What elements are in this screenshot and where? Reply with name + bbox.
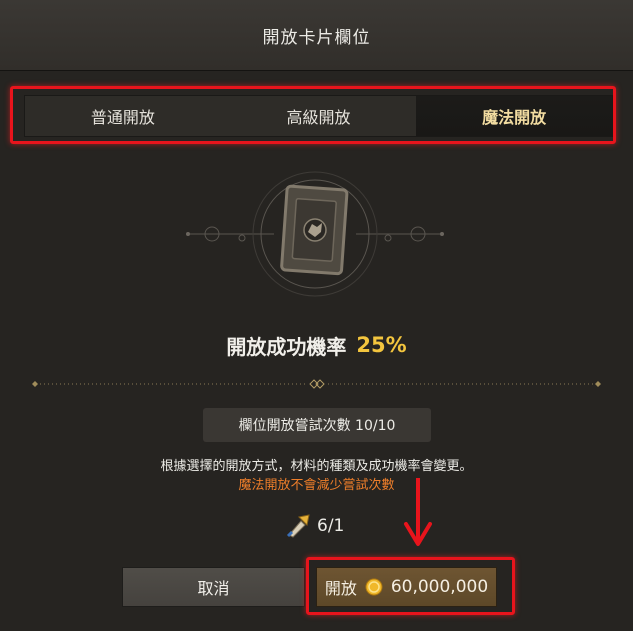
tab-advanced-open[interactable]: 高級開放 (221, 96, 417, 136)
scroll-quill-icon (286, 514, 310, 538)
success-rate-row: 開放成功機率 25% (0, 328, 633, 362)
ornamental-divider (32, 379, 601, 389)
cancel-button[interactable]: 取消 (122, 567, 305, 607)
dialog-title: 開放卡片欄位 (262, 27, 371, 48)
tab-normal-open[interactable]: 普通開放 (25, 96, 221, 136)
open-button-label: 開放 (324, 579, 357, 598)
success-rate-label: 開放成功機率 (226, 334, 347, 359)
gold-coin-icon (365, 578, 383, 596)
dialog-header: 開放卡片欄位 (0, 0, 633, 71)
open-method-tabs: 普通開放 高級開放 魔法開放 (25, 96, 613, 136)
info-note: 根據選擇的開放方式，材料的種類及成功機率會變更。 (160, 459, 473, 474)
open-button-price: 60,000,000 (390, 577, 489, 597)
success-rate-value: 25% (356, 333, 407, 357)
tab-magic-open[interactable]: 魔法開放 (416, 96, 613, 136)
red-arrow-annotation (404, 478, 432, 546)
magic-open-note: 魔法開放不會減少嘗試次數 (238, 478, 395, 493)
card-slot-emblem-icon (186, 171, 444, 297)
material-count: 6/1 (317, 516, 345, 536)
open-button[interactable]: 開放 60,000,000 (316, 567, 497, 607)
attempts-counter: 欄位開放嘗試次數 10/10 (203, 408, 431, 442)
required-material: 6/1 (285, 512, 344, 540)
